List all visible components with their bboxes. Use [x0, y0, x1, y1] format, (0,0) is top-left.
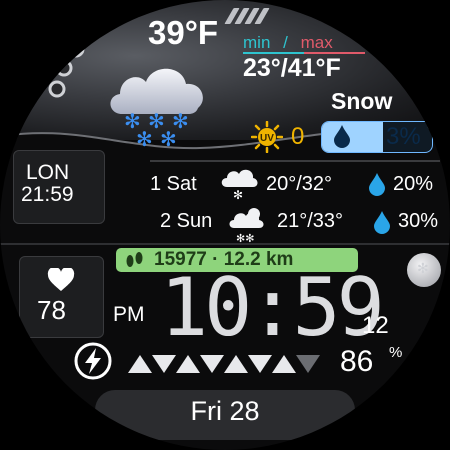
- heart-icon: [47, 266, 75, 297]
- lightning-icon: [73, 342, 117, 380]
- min-label: min: [243, 33, 271, 52]
- forecast-precip-2: 30%: [398, 210, 439, 232]
- svg-text:✻: ✻: [136, 127, 153, 148]
- max-label: max: [300, 33, 333, 52]
- settings-button[interactable]: ✻: [407, 253, 441, 287]
- battery-segment: [152, 355, 176, 373]
- svg-text:✻: ✻: [160, 127, 177, 148]
- minmax-separator: /: [283, 33, 288, 52]
- water-drop-icon: [373, 210, 391, 239]
- battery-segment: [224, 355, 248, 373]
- date-text: Fri 28: [190, 396, 260, 426]
- forecast-temps-1: 20°/32°: [266, 173, 333, 195]
- forecast-temps-2: 21°/33°: [277, 210, 344, 232]
- uv-value: 0: [291, 123, 305, 150]
- battery-segment: [296, 355, 320, 373]
- battery-segment: [248, 355, 272, 373]
- snow-cloud-icon: ✻ ✻ ✻ ✻ ✻: [104, 56, 214, 153]
- date-pill[interactable]: Fri 28: [95, 390, 355, 440]
- battery-percent: 86: [340, 345, 374, 378]
- precip-bar-fill: [322, 122, 383, 152]
- world-clock-city: LON: [26, 161, 70, 184]
- forecast-day-2: 2 Sun: [160, 210, 213, 232]
- svg-text:✻: ✻: [233, 188, 243, 201]
- battery-segment: [176, 355, 200, 373]
- uv-sun-icon: UV: [250, 120, 284, 158]
- current-temperature: 39°F: [148, 14, 219, 51]
- ring-indicators: [40, 40, 100, 135]
- settings-icon: ✻: [417, 260, 429, 276]
- seconds-label: 12: [362, 312, 389, 339]
- heart-rate-card[interactable]: 78: [19, 256, 104, 338]
- world-clock-card[interactable]: LON 21:59: [13, 150, 105, 224]
- section-divider: [150, 160, 440, 162]
- water-drop-icon: [333, 124, 351, 153]
- footprints-icon: [124, 251, 146, 274]
- battery-unit: %: [389, 344, 403, 361]
- watch-face: ✻ ✻ ✻ ✻ ✻ 39°F min / max 23°/41°F Snow UV 0: [0, 0, 450, 450]
- minmax-labels: min / max: [243, 33, 333, 53]
- minmax-temperature: 23°/41°F: [243, 54, 341, 82]
- forecast-day-1: 1 Sat: [150, 173, 197, 195]
- weather-condition: Snow: [331, 88, 393, 114]
- water-drop-icon: [368, 172, 386, 201]
- main-time: 10:59: [160, 261, 385, 354]
- snow-cloud-icon-small: ✻: [219, 165, 259, 206]
- battery-segment: [128, 355, 152, 373]
- forecast-precip-1: 20%: [393, 173, 434, 195]
- world-clock-time: 21:59: [21, 183, 74, 206]
- section-divider: [0, 243, 450, 245]
- heart-rate-value: 78: [37, 295, 66, 325]
- ampm-label: PM: [113, 303, 145, 326]
- battery-level-bar: [128, 351, 323, 380]
- battery-segment: [200, 355, 224, 373]
- signal-stripes: [224, 8, 270, 24]
- battery-segment: [272, 355, 296, 373]
- svg-text:UV: UV: [260, 133, 274, 144]
- precip-value: 3%: [386, 123, 421, 150]
